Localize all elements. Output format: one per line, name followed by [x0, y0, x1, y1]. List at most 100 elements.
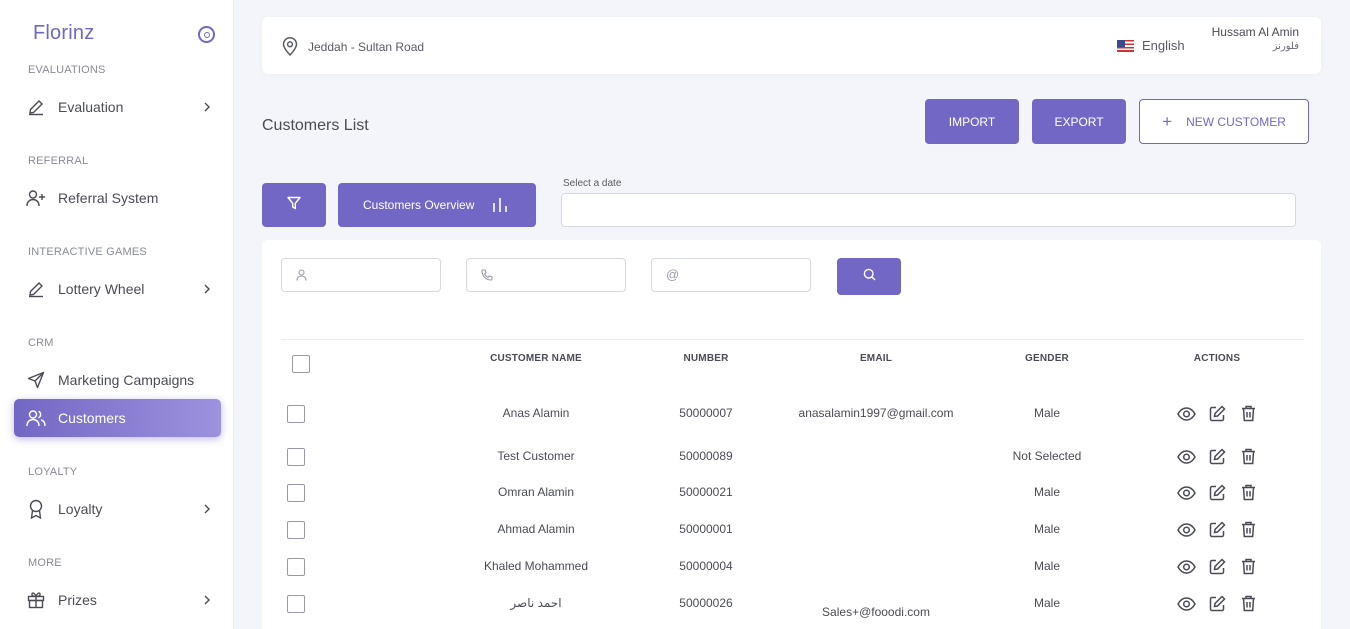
customers-table-card: @ CUSTOMER NAME NUMBER EMAIL GENDER ACTI…	[262, 240, 1321, 629]
number-cell: 50000026	[679, 596, 733, 610]
sidebar-item-referral-system[interactable]: Referral System	[14, 179, 221, 217]
row-checkbox[interactable]	[287, 405, 305, 423]
chevron-right-icon	[203, 282, 211, 298]
sidebar-toggle-icon[interactable]	[198, 26, 215, 43]
row-checkbox[interactable]	[287, 448, 305, 466]
send-icon	[26, 370, 46, 390]
number-cell: 50000007	[679, 406, 733, 420]
customer-name-cell: Test Customer	[497, 449, 575, 463]
select-all-checkbox[interactable]	[292, 355, 310, 373]
number-cell: 50000021	[679, 485, 733, 499]
sidebar-item-label: Referral System	[58, 190, 159, 206]
number-cell: 50000004	[679, 559, 733, 573]
name-search-input[interactable]	[281, 258, 441, 292]
customer-name-cell: Omran Alamin	[497, 485, 575, 499]
at-sign-icon: @	[666, 267, 680, 282]
branch-location[interactable]: Jeddah - Sultan Road	[308, 40, 424, 54]
sidebar-item-lottery-wheel[interactable]: Lottery Wheel	[14, 270, 221, 308]
user-company: فلورنز	[1272, 41, 1299, 52]
view-icon[interactable]	[1177, 557, 1196, 576]
customers-overview-button[interactable]: Customers Overview	[338, 183, 536, 227]
search-icon	[863, 268, 876, 286]
row-checkbox[interactable]	[287, 521, 305, 539]
filter-button[interactable]	[262, 183, 326, 227]
brand-logo[interactable]: Florinz	[33, 22, 94, 45]
sidebar-item-marketing-campaigns[interactable]: Marketing Campaigns	[14, 361, 221, 399]
row-actions	[1177, 557, 1258, 576]
view-icon[interactable]	[1177, 483, 1196, 502]
customers-overview-label: Customers Overview	[363, 198, 475, 212]
header-bar: Jeddah - Sultan Road English Hussam Al A…	[262, 17, 1321, 74]
users-icon	[26, 408, 46, 428]
pencil-icon	[26, 279, 46, 299]
edit-icon[interactable]	[1208, 404, 1227, 423]
column-header-number[interactable]: NUMBER	[646, 353, 766, 364]
us-flag-icon	[1117, 39, 1134, 52]
new-customer-button[interactable]: + NEW CUSTOMER	[1139, 99, 1309, 144]
pencil-icon	[26, 97, 46, 117]
sidebar-item-evaluation[interactable]: Evaluation	[14, 88, 221, 126]
row-actions	[1177, 483, 1258, 502]
view-icon[interactable]	[1177, 520, 1196, 539]
delete-icon[interactable]	[1239, 594, 1258, 613]
phone-search-input[interactable]	[466, 258, 626, 292]
row-checkbox[interactable]	[287, 595, 305, 613]
section-title-evaluations: EVALUATIONS	[28, 64, 106, 76]
view-icon[interactable]	[1177, 404, 1196, 423]
sidebar-item-loyalty[interactable]: Loyalty	[14, 490, 221, 528]
customer-name-cell: Ahmad Alamin	[497, 522, 575, 536]
import-button[interactable]: IMPORT	[925, 99, 1019, 144]
edit-icon[interactable]	[1208, 557, 1227, 576]
gift-icon	[26, 590, 46, 610]
view-icon[interactable]	[1177, 594, 1196, 613]
customer-name-cell: Khaled Mohammed	[483, 559, 589, 573]
gender-cell: Male	[1033, 522, 1060, 536]
edit-icon[interactable]	[1208, 483, 1227, 502]
column-header-gender[interactable]: GENDER	[987, 353, 1107, 364]
email-cell: anasalamin1997@gmail.com	[798, 406, 954, 420]
filter-icon	[287, 196, 301, 215]
column-header-actions: ACTIONS	[1193, 353, 1241, 364]
gender-cell: Male	[1033, 559, 1060, 573]
row-actions	[1177, 404, 1258, 423]
language-selector[interactable]: English	[1117, 38, 1185, 53]
export-button[interactable]: EXPORT	[1032, 99, 1126, 144]
edit-icon[interactable]	[1208, 594, 1227, 613]
sidebar-item-prizes[interactable]: Prizes	[14, 581, 221, 619]
number-cell: 50000089	[679, 449, 733, 463]
section-title-referral: REFERRAL	[28, 155, 89, 167]
user-icon	[296, 269, 307, 284]
delete-icon[interactable]	[1239, 520, 1258, 539]
sidebar-item-customers[interactable]: Customers	[14, 399, 221, 437]
user-name[interactable]: Hussam Al Amin	[1212, 25, 1299, 39]
edit-icon[interactable]	[1208, 520, 1227, 539]
date-picker-input[interactable]	[561, 193, 1296, 227]
award-icon	[26, 499, 46, 519]
search-button[interactable]	[837, 258, 901, 295]
delete-icon[interactable]	[1239, 404, 1258, 423]
delete-icon[interactable]	[1239, 447, 1258, 466]
row-checkbox[interactable]	[287, 558, 305, 576]
delete-icon[interactable]	[1239, 483, 1258, 502]
edit-icon[interactable]	[1208, 447, 1227, 466]
sidebar-item-label: Prizes	[58, 592, 97, 608]
section-title-more: MORE	[28, 557, 62, 569]
sidebar-item-label: Marketing Campaigns	[58, 372, 195, 388]
column-header-customer-name[interactable]: CUSTOMER NAME	[466, 353, 606, 364]
delete-icon[interactable]	[1239, 557, 1258, 576]
gender-cell: Male	[1033, 406, 1060, 420]
column-header-email[interactable]: EMAIL	[816, 353, 936, 364]
email-cell: Sales+@fooodi.com	[822, 605, 930, 619]
number-cell: 50000001	[679, 522, 733, 536]
row-checkbox[interactable]	[287, 484, 305, 502]
gender-cell: Male	[1033, 485, 1060, 499]
sidebar: Florinz EVALUATIONS Evaluation REFERRAL …	[0, 0, 234, 629]
view-icon[interactable]	[1177, 447, 1196, 466]
customer-name-cell: Anas Alamin	[502, 406, 570, 420]
date-label: Select a date	[563, 178, 622, 189]
user-plus-icon	[26, 188, 46, 208]
language-label: English	[1142, 38, 1185, 53]
row-actions	[1177, 594, 1258, 613]
row-actions	[1177, 520, 1258, 539]
email-search-input[interactable]: @	[651, 258, 811, 292]
